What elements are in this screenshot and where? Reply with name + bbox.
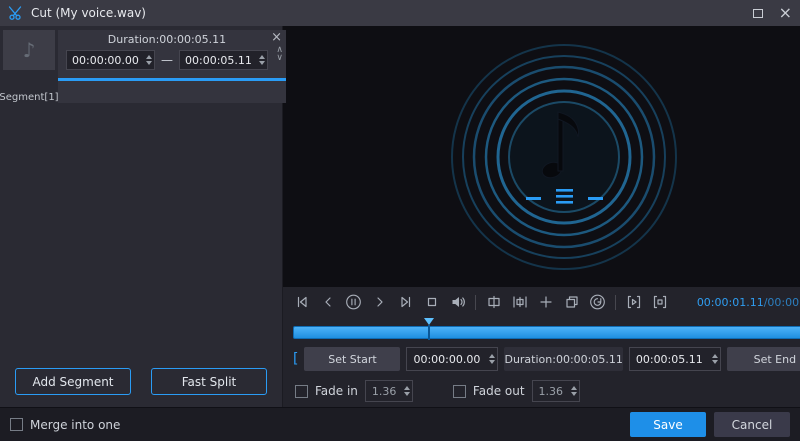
fade-controls: Fade in 1.36 Fade out 1.36 — [283, 375, 800, 407]
footer-bar: Merge into one Save Cancel — [0, 407, 800, 441]
save-button[interactable]: Save — [630, 412, 706, 437]
trim-start-input[interactable] — [413, 352, 488, 366]
skip-end-icon[interactable] — [397, 294, 414, 311]
start-bracket: [ — [293, 351, 299, 367]
audio-visualizer — [450, 43, 677, 270]
fade-in-value: 1.36 — [371, 384, 397, 398]
fade-out-checkbox[interactable] — [452, 384, 466, 398]
duplicate-icon[interactable] — [563, 294, 580, 311]
stepper-up-icon[interactable] — [403, 386, 410, 390]
add-split-icon[interactable] — [537, 294, 554, 311]
toolbar-separator — [475, 294, 476, 310]
fade-in-checkbox[interactable] — [295, 384, 308, 398]
stepper-up-icon[interactable] — [489, 354, 496, 358]
segment-editor-card: × ∧ ∨ Duration:00:00:05.11 — — [58, 30, 286, 103]
titlebar: Cut (My voice.wav) × — [0, 0, 800, 26]
split-right-icon[interactable] — [511, 294, 528, 311]
timeline-bar[interactable] — [293, 326, 800, 339]
fade-out-field[interactable]: 1.36 — [531, 380, 580, 402]
trim-start-field[interactable] — [406, 347, 499, 371]
segment-start-time-field[interactable] — [66, 50, 155, 70]
stepper-down-icon[interactable] — [403, 392, 410, 396]
current-time: 00:00:01.11 — [696, 295, 764, 309]
preview-segment-icon[interactable] — [625, 294, 642, 311]
step-forward-icon[interactable] — [371, 294, 388, 311]
scissors-icon — [8, 5, 24, 21]
stepper-up-icon[interactable] — [711, 354, 718, 358]
audio-preview-area — [283, 26, 800, 287]
preview-region-icon[interactable] — [651, 294, 668, 311]
maximize-button[interactable] — [752, 8, 763, 18]
set-end-button[interactable]: Set End — [726, 347, 800, 371]
time-display: 00:00:01.11/00:00:05.11 — [697, 296, 800, 309]
skip-start-icon[interactable] — [293, 294, 310, 311]
volume-icon[interactable] — [449, 294, 466, 311]
segment-end-time-field[interactable] — [179, 50, 268, 70]
stepper-down-icon[interactable] — [259, 61, 265, 65]
set-start-button[interactable]: Set Start — [304, 347, 401, 371]
segment-thumbnail[interactable]: ♪ — [3, 30, 55, 70]
stepper-up-icon[interactable] — [570, 386, 577, 390]
stepper-up-icon[interactable] — [146, 55, 152, 59]
fade-in-label: Fade in — [315, 384, 358, 398]
merge-checkbox[interactable] — [10, 418, 23, 431]
trim-end-field[interactable] — [628, 347, 721, 371]
playback-toolbar: 00:00:01.11/00:00:05.11 — [283, 287, 800, 317]
segment-close-icon[interactable]: × — [271, 31, 282, 44]
trim-controls: [ Set Start Duration:00:00:05.11 Set End… — [283, 343, 800, 375]
stepper-down-icon[interactable] — [570, 392, 577, 396]
segment-end-time-input[interactable] — [185, 53, 257, 67]
segment-start-time-input[interactable] — [72, 53, 144, 67]
time-range-dash: — — [161, 53, 173, 67]
fade-out-label: Fade out — [472, 384, 525, 398]
duration-label: Duration:00:00:05.11 — [504, 347, 623, 371]
segment-duration-label: Duration:00:00:05.11 — [107, 33, 227, 46]
stepper-down-icon[interactable] — [489, 360, 496, 364]
stepper-up-icon[interactable] — [259, 55, 265, 59]
reset-icon[interactable] — [589, 294, 606, 311]
fade-out-value: 1.36 — [538, 384, 564, 398]
trim-end-input[interactable] — [635, 352, 710, 366]
fade-in-field[interactable]: 1.36 — [364, 380, 413, 402]
cancel-button[interactable]: Cancel — [714, 412, 790, 437]
stop-icon[interactable] — [423, 294, 440, 311]
segment-panel: ♪ Segment[1] × ∧ ∨ Duration:00:00:05.11 — [0, 26, 286, 407]
segment-range-bar[interactable] — [58, 78, 286, 81]
add-segment-button[interactable]: Add Segment — [15, 368, 131, 395]
window-title: Cut (My voice.wav) — [31, 6, 146, 20]
timeline[interactable] — [283, 317, 800, 343]
segment-move-down-icon[interactable]: ∨ — [276, 54, 283, 63]
pause-button-icon[interactable] — [345, 294, 362, 311]
total-time: /00:00:05.11 — [763, 295, 800, 309]
split-left-icon[interactable] — [485, 294, 502, 311]
stepper-down-icon[interactable] — [146, 61, 152, 65]
toolbar-separator — [615, 294, 616, 310]
fast-split-button[interactable]: Fast Split — [151, 368, 267, 395]
segment-label: Segment[1] — [0, 92, 59, 103]
step-back-icon[interactable] — [319, 294, 336, 311]
stepper-down-icon[interactable] — [711, 360, 718, 364]
close-button[interactable]: × — [779, 5, 792, 21]
merge-label: Merge into one — [30, 417, 121, 432]
